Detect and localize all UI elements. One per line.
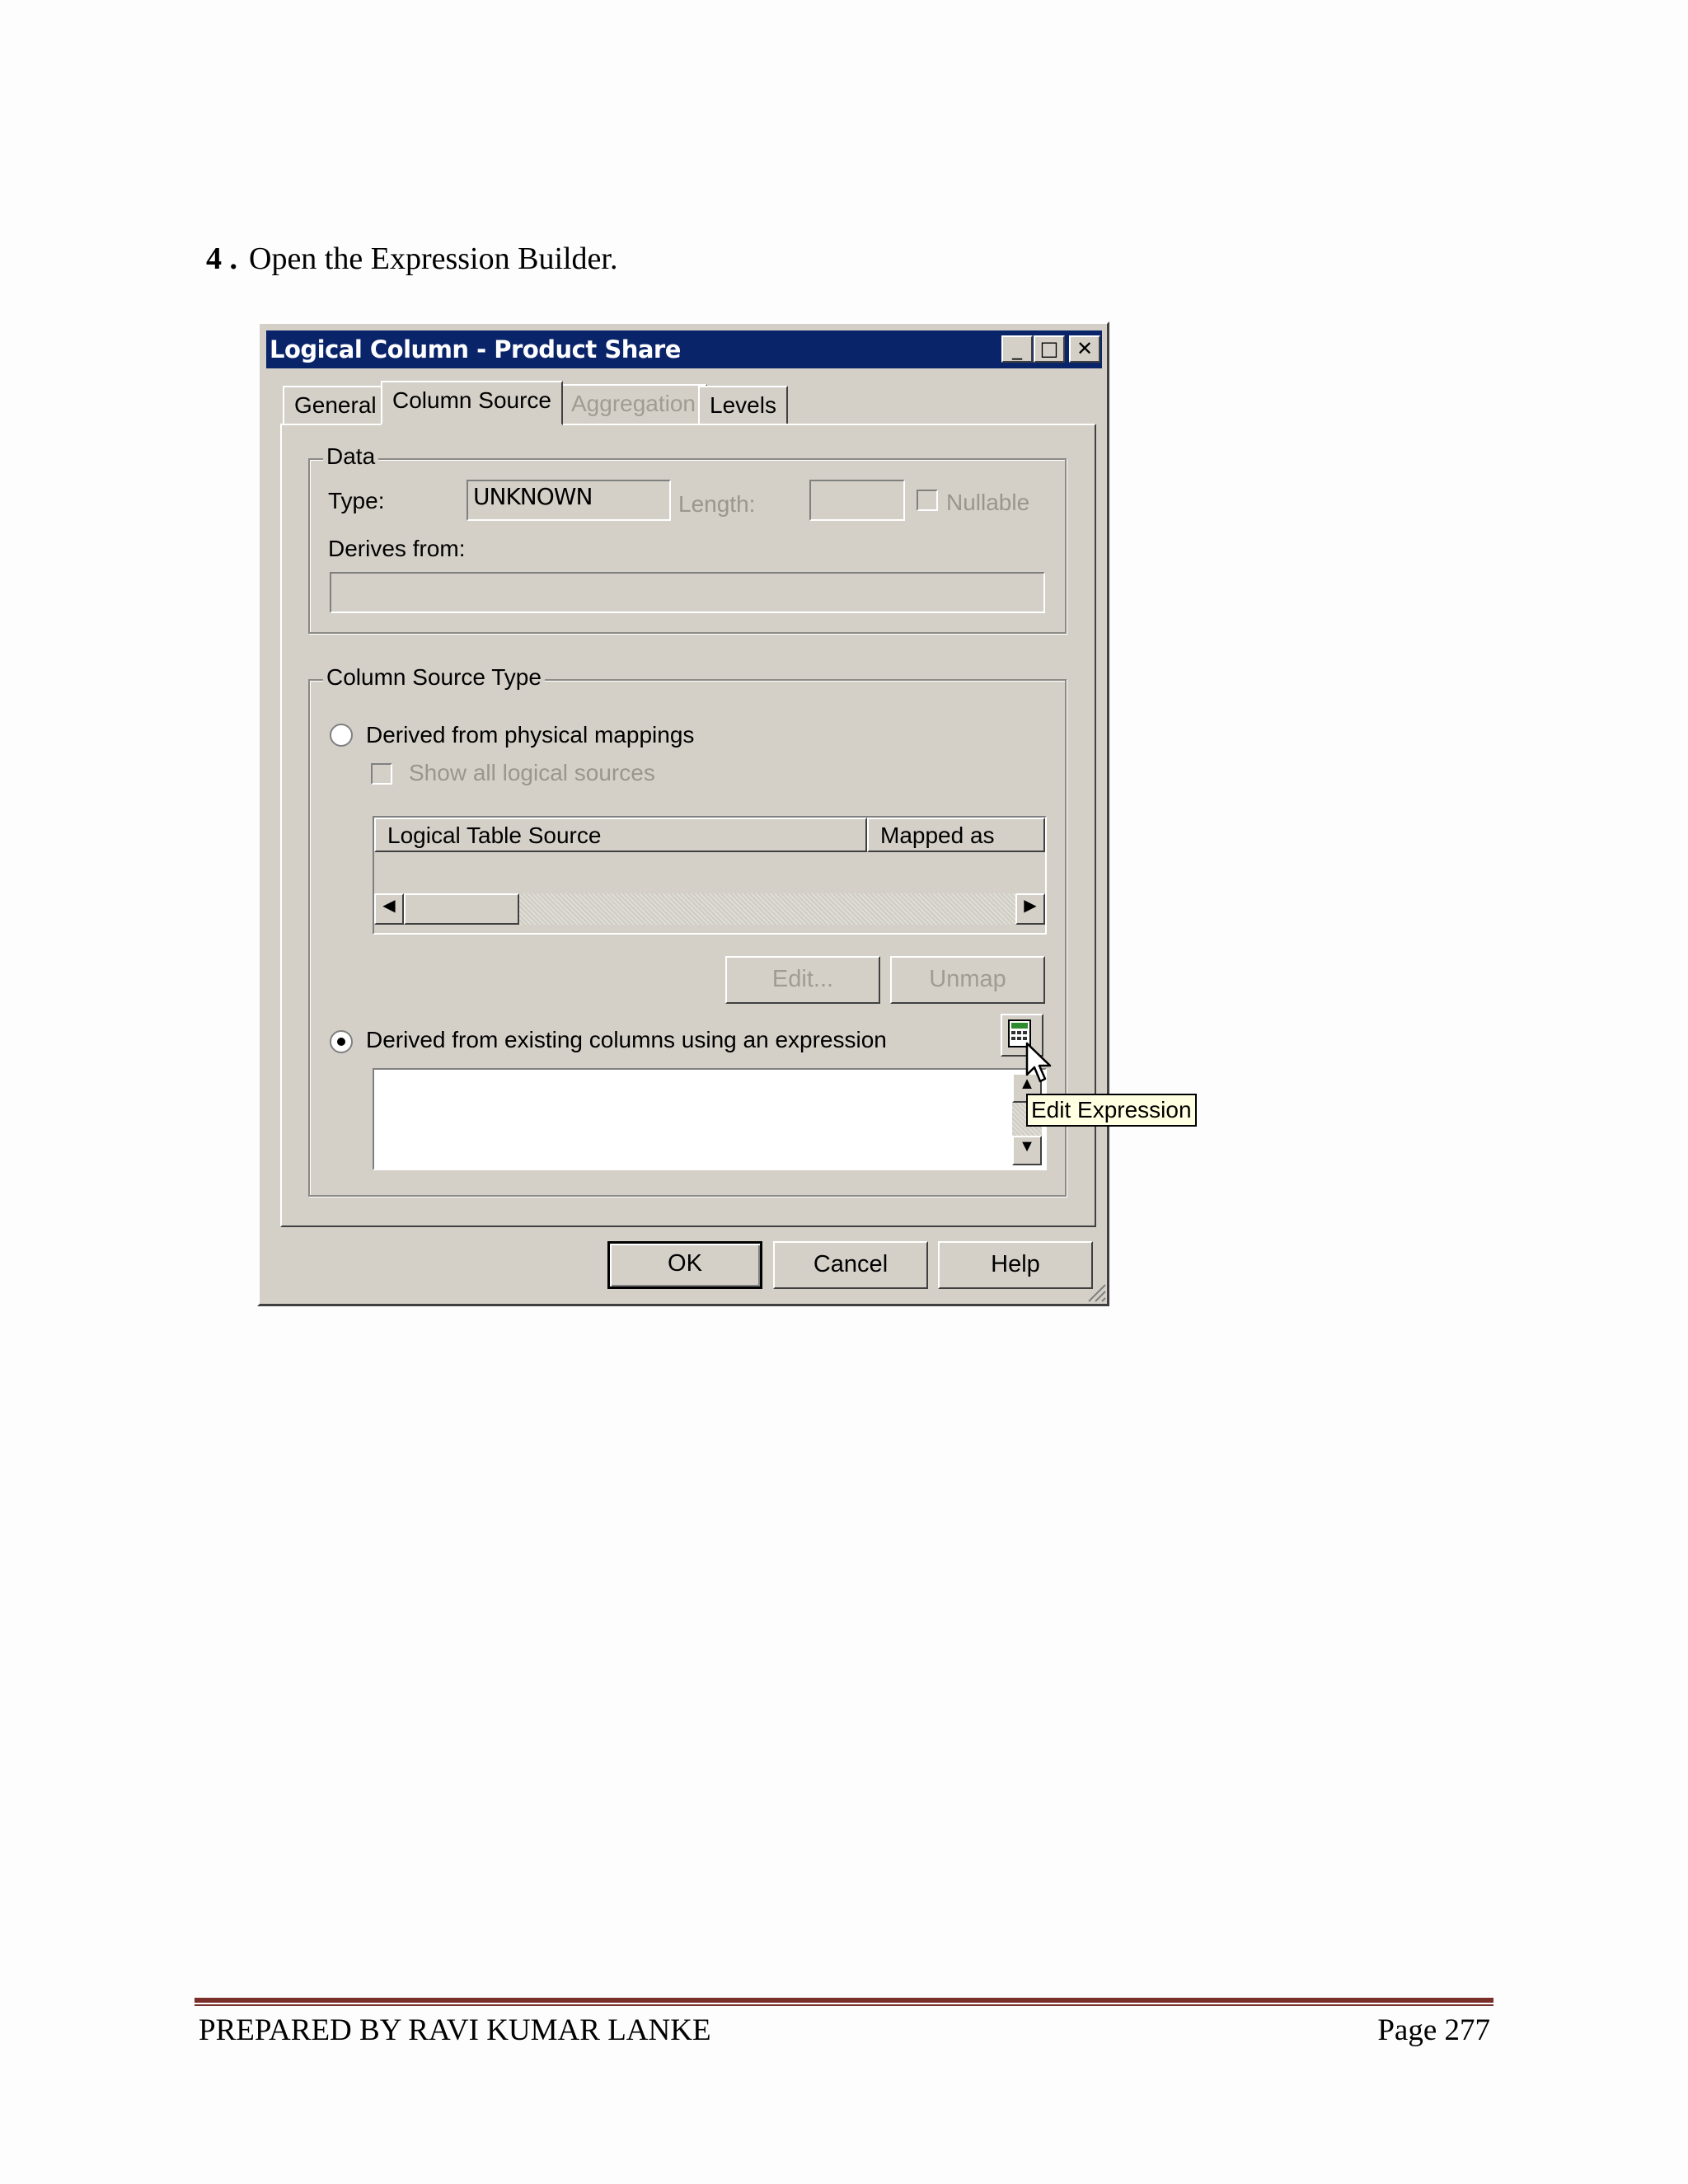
horizontal-scroll-thumb[interactable] [404,893,519,925]
footer-rule-thick [195,1998,1493,2003]
type-label: Type: [328,488,385,513]
edit-button[interactable]: Edit... [725,956,880,1004]
help-button[interactable]: Help [938,1241,1093,1289]
expression-label: Derived from existing columns using an e… [366,1027,887,1052]
unmap-button[interactable]: Unmap [890,956,1045,1004]
scroll-left-button[interactable]: ◀ [374,893,404,925]
tab-panel: Data Type: UNKNOWN Length: Nullable Deri… [280,424,1096,1227]
tab-column-source[interactable]: Column Source [381,381,563,425]
scroll-down-button[interactable]: ▼ [1012,1136,1042,1165]
edit-expression-tooltip: Edit Expression [1026,1094,1197,1127]
step-instruction: 4 . Open the Expression Builder. [206,241,617,277]
type-value: UNKNOWN [473,483,593,510]
length-label: Length: [678,491,756,517]
expression-textbox[interactable]: ▲ ▼ [373,1068,1047,1170]
title-bar[interactable]: Logical Column - Product Share _ □ ✕ [266,330,1102,368]
ok-button-label: OK [668,1250,702,1277]
physical-mappings-radio[interactable] [330,724,353,747]
step-text: Open the Expression Builder. [249,241,618,276]
footer-page-number: Page 277 [1377,2013,1490,2047]
step-number: 4 . [206,241,237,276]
resize-grip-icon[interactable] [1085,1282,1107,1303]
header-logical-table-source[interactable]: Logical Table Source [374,818,867,852]
logical-table-source-list[interactable]: Logical Table Source Mapped as ◀ ▶ [373,816,1047,935]
nullable-label: Nullable [946,490,1030,515]
tab-levels[interactable]: Levels [698,386,788,424]
footer-rule-thin [195,2004,1493,2006]
tab-aggregation-label: Aggregation [571,391,696,416]
dialog-title: Logical Column - Product Share [270,335,681,363]
data-group: Data Type: UNKNOWN Length: Nullable Deri… [308,443,1067,634]
footer-author: PREPARED BY RAVI KUMAR LANKE [199,2013,711,2047]
cancel-button[interactable]: Cancel [773,1241,928,1289]
minimize-button[interactable]: _ [1001,335,1033,363]
scroll-right-button[interactable]: ▶ [1015,893,1045,925]
edit-button-label: Edit... [771,966,834,992]
physical-mappings-label: Derived from physical mappings [366,722,695,748]
tab-general-label: General [294,392,377,418]
type-field: UNKNOWN [467,480,671,521]
header-mapped-as-label: Mapped as [880,823,995,848]
logical-column-dialog: Logical Column - Product Share _ □ ✕ Gen… [257,321,1109,1306]
tab-levels-label: Levels [710,392,776,418]
expression-radio[interactable] [330,1030,353,1053]
derives-from-label: Derives from: [328,536,466,561]
show-all-checkbox[interactable] [371,763,392,785]
derives-from-field [330,572,1045,613]
ok-button[interactable]: OK [607,1241,762,1289]
unmap-button-label: Unmap [929,966,1006,992]
length-field [809,480,905,521]
radio-selected-dot [337,1038,345,1046]
tab-aggregation[interactable]: Aggregation [560,384,708,422]
column-source-type-legend: Column Source Type [323,664,545,691]
close-icon: ✕ [1076,337,1094,360]
tooltip-text: Edit Expression [1031,1097,1192,1122]
maximize-button[interactable]: □ [1034,335,1065,363]
tab-column-source-label: Column Source [392,387,551,413]
show-all-label: Show all logical sources [409,760,655,785]
close-button[interactable]: ✕ [1069,335,1100,363]
minimize-icon: _ [1012,337,1022,360]
header-mapped-as[interactable]: Mapped as [867,818,1045,852]
header-logical-table-source-label: Logical Table Source [387,823,602,848]
data-legend: Data [323,443,379,470]
maximize-icon: □ [1039,337,1059,360]
column-source-type-group: Column Source Type Derived from physical… [308,664,1067,1197]
cancel-button-label: Cancel [813,1251,889,1277]
help-button-label: Help [991,1251,1040,1277]
nullable-checkbox[interactable] [917,490,938,511]
mouse-cursor-icon [1025,1042,1052,1083]
tab-general[interactable]: General [283,386,388,424]
